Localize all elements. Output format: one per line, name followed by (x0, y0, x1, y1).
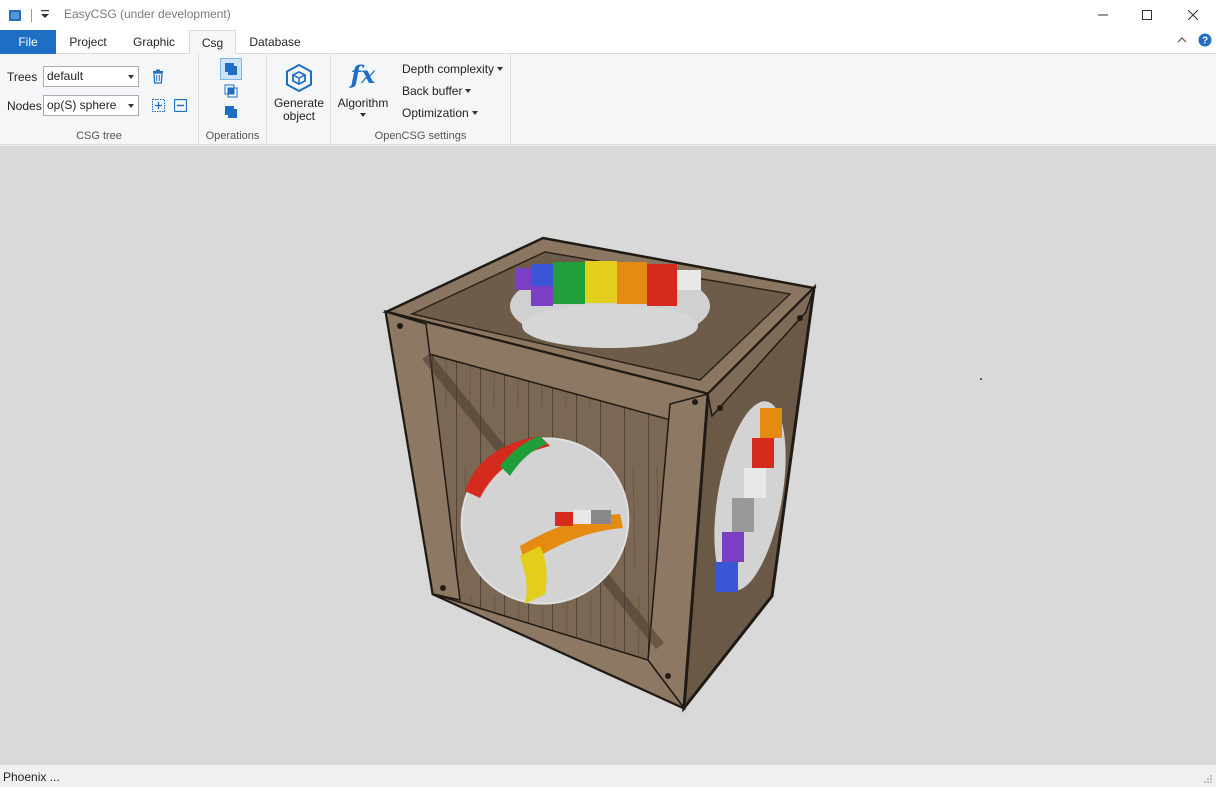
close-icon (1188, 10, 1198, 20)
depth-complexity-label: Depth complexity (402, 62, 495, 76)
algorithm-fx-icon: fx (350, 60, 376, 89)
back-buffer-dropdown[interactable]: Back buffer (402, 84, 472, 98)
nodes-combo[interactable]: op(S) sphere (43, 95, 139, 116)
help-icon[interactable]: ? (1198, 33, 1212, 47)
generate-label-line2: object (282, 109, 316, 123)
render-viewport[interactable] (0, 146, 1216, 764)
group-opencsg-settings: fx Algorithm Depth complexity Back buffe… (331, 54, 511, 145)
subtraction-icon[interactable] (224, 105, 238, 119)
union-button[interactable] (220, 58, 242, 80)
remove-node-icon[interactable] (174, 99, 187, 112)
nodes-value: op(S) sphere (47, 98, 117, 112)
crate-scene (382, 236, 982, 713)
tab-file[interactable]: File (0, 30, 56, 54)
union-icon (225, 63, 237, 75)
ribbon-tab-row: File Project Graphic Csg Database ? (0, 30, 1216, 55)
depth-complexity-dropdown[interactable]: Depth complexity (402, 62, 504, 76)
delete-tree-icon[interactable] (151, 69, 165, 84)
group-operations: Operations (199, 54, 267, 145)
tab-graphic[interactable]: Graphic (122, 30, 186, 54)
quick-access-dropdown-icon[interactable] (38, 7, 52, 21)
generate-object-icon (286, 64, 312, 92)
chevron-down-icon (128, 75, 134, 79)
intersection-icon[interactable] (224, 84, 238, 98)
trees-combo[interactable]: default (43, 66, 139, 87)
maximize-icon (1142, 10, 1152, 20)
chevron-down-icon (471, 110, 478, 115)
svg-text:?: ? (1202, 36, 1208, 47)
group-label-operations: Operations (205, 130, 260, 142)
minimize-button[interactable] (1080, 0, 1126, 30)
group-csg-tree: Trees default Nodes op(S) sphere CSG tre… (0, 54, 199, 145)
optimization-dropdown[interactable]: Optimization (402, 106, 478, 120)
generate-object-button[interactable]: Generate object (271, 60, 327, 126)
trees-value: default (47, 69, 84, 83)
group-label-csg-tree: CSG tree (76, 130, 122, 142)
close-button[interactable] (1170, 0, 1216, 30)
collapse-ribbon-icon[interactable] (1176, 34, 1188, 46)
algorithm-label: Algorithm (337, 96, 389, 110)
status-bar: Phoenix ... (0, 764, 1216, 787)
window-title: EasyCSG (under development) (64, 7, 231, 21)
optimization-label: Optimization (402, 106, 469, 120)
top-hole-band (515, 261, 701, 348)
maximize-button[interactable] (1124, 0, 1170, 30)
nodes-label: Nodes (7, 99, 42, 113)
ribbon: Trees default Nodes op(S) sphere CSG tre… (0, 54, 1216, 145)
title-separator (31, 9, 32, 22)
app-icon[interactable] (8, 8, 22, 22)
group-generate: Generate object (267, 54, 331, 145)
status-text: Phoenix ... (3, 770, 60, 784)
add-node-icon[interactable] (152, 99, 165, 112)
resize-grip-icon[interactable] (1203, 774, 1213, 784)
tab-database[interactable]: Database (240, 30, 310, 54)
tab-csg[interactable]: Csg (189, 30, 236, 55)
chevron-down-icon (360, 113, 366, 117)
title-bar: EasyCSG (under development) (0, 0, 1216, 30)
algorithm-button[interactable]: fx Algorithm (335, 60, 391, 124)
minimize-icon (1098, 14, 1108, 16)
tab-project[interactable]: Project (58, 30, 118, 54)
trees-label: Trees (7, 70, 38, 84)
group-label-opencsg: OpenCSG settings (374, 130, 467, 142)
chevron-down-icon (465, 88, 472, 93)
chevron-down-icon (128, 104, 134, 108)
back-buffer-label: Back buffer (402, 84, 463, 98)
chevron-down-icon (497, 66, 504, 71)
